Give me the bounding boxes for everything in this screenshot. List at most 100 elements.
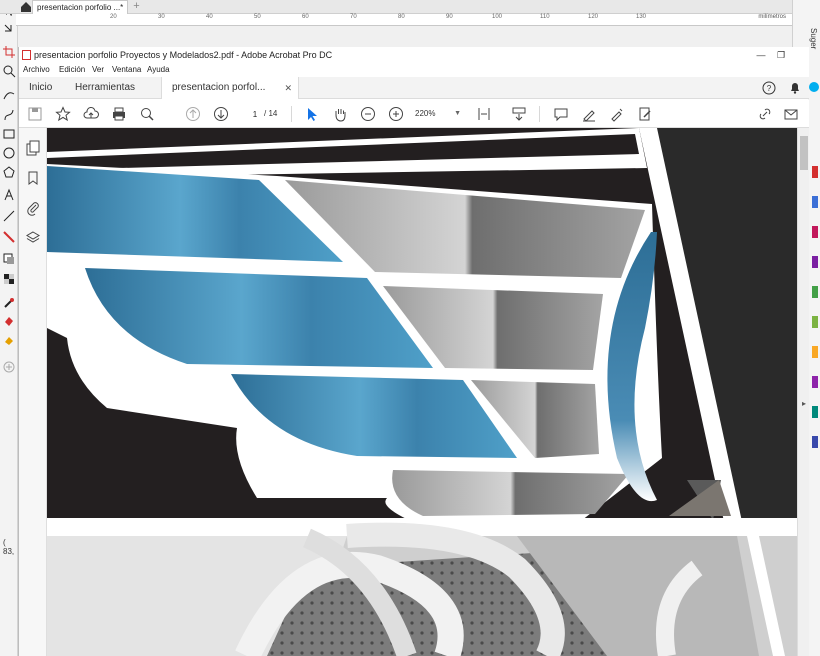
docker-icon[interactable]: [812, 226, 818, 238]
zoom-tool-icon[interactable]: [2, 64, 16, 78]
page-thumbnails-icon[interactable]: [25, 140, 41, 156]
menu-bar: Archivo Edición Ver Ventana Ayuda: [19, 63, 809, 77]
zoom-dropdown[interactable]: 220% ▼: [415, 106, 463, 122]
star-icon[interactable]: [55, 106, 71, 122]
toolbar-separator: [291, 106, 292, 122]
save-icon[interactable]: [27, 106, 43, 122]
acrobat-window: presentacion porfolio Proyectos y Modela…: [18, 47, 809, 656]
ruler-tick: 20: [110, 14, 117, 20]
add-tab-icon[interactable]: +: [131, 1, 142, 12]
attachment-icon[interactable]: [25, 200, 41, 216]
cloud-upload-icon[interactable]: [83, 106, 99, 122]
layers-icon[interactable]: [25, 230, 41, 246]
docker-tab-label[interactable]: Suger: [809, 28, 818, 49]
docker-icon[interactable]: [812, 316, 818, 328]
previous-page-icon[interactable]: [185, 106, 201, 122]
accent-dot-icon[interactable]: [809, 82, 819, 92]
home-icon[interactable]: [20, 1, 32, 13]
menu-ventana[interactable]: Ventana: [112, 63, 141, 77]
document-tab-label: presentacion porfol...: [172, 82, 266, 93]
acrobat-tab-bar: Inicio Herramientas presentacion porfol.…: [19, 77, 809, 99]
bell-icon[interactable]: [788, 81, 802, 95]
tab-inicio[interactable]: Inicio: [29, 77, 52, 99]
tab-herramientas[interactable]: Herramientas: [75, 77, 135, 99]
ruler-units: milímetros: [758, 14, 786, 20]
docker-icon[interactable]: [812, 346, 818, 358]
docker-icon[interactable]: [812, 166, 818, 178]
highlight-pen-icon[interactable]: [581, 106, 597, 122]
edit-pdf-icon[interactable]: [637, 106, 653, 122]
print-icon[interactable]: [111, 106, 127, 122]
pdf-icon: [22, 50, 31, 60]
connector-tool-icon[interactable]: [2, 230, 16, 244]
acrobat-toolbar: / 14 220% ▼: [19, 100, 809, 128]
corel-toolbox: ( 83,: [0, 0, 18, 656]
fill-sign-icon[interactable]: [609, 106, 625, 122]
menu-edicion[interactable]: Edición: [59, 63, 85, 77]
docker-icon[interactable]: [812, 376, 818, 388]
docker-icon[interactable]: [812, 196, 818, 208]
interactive-fill-icon[interactable]: [2, 314, 16, 328]
pdf-page-artwork: [47, 128, 797, 656]
comment-icon[interactable]: [553, 106, 569, 122]
shadow-tool-icon[interactable]: [2, 252, 16, 266]
rectangle-tool-icon[interactable]: [2, 127, 16, 141]
search-icon[interactable]: [139, 106, 155, 122]
zoom-in-icon[interactable]: [388, 106, 404, 122]
close-icon[interactable]: ✕: [284, 77, 292, 99]
email-icon[interactable]: [783, 106, 799, 122]
add-tool-icon[interactable]: [2, 360, 16, 374]
menu-ayuda[interactable]: Ayuda: [147, 63, 170, 77]
ellipse-tool-icon[interactable]: [2, 146, 16, 160]
docker-icon[interactable]: [812, 436, 818, 448]
ruler-tick: 80: [398, 14, 405, 20]
expand-right-pane-icon[interactable]: ▸: [800, 399, 808, 409]
transparency-tool-icon[interactable]: [2, 272, 16, 286]
scrollbar-thumb[interactable]: [800, 136, 808, 170]
page-fit-icon[interactable]: [476, 106, 492, 122]
menu-ver[interactable]: Ver: [92, 63, 104, 77]
hand-tool-icon[interactable]: [332, 106, 348, 122]
scroll-mode-icon[interactable]: [511, 106, 527, 122]
ruler-tick: 70: [350, 14, 357, 20]
vertical-scrollbar[interactable]: [797, 128, 809, 656]
docker-icon[interactable]: [812, 286, 818, 298]
smart-fill-icon[interactable]: [2, 333, 16, 347]
ruler-tick: 120: [588, 14, 599, 20]
ruler-tick: 130: [636, 14, 647, 20]
desktop: ( 83, presentacion porfolio ...* + 20 30…: [0, 0, 820, 656]
acrobat-title-bar: presentacion porfolio Proyectos y Modela…: [19, 47, 809, 63]
dimension-tool-icon[interactable]: [2, 209, 16, 223]
polygon-tool-icon[interactable]: [2, 165, 16, 179]
navigation-pane: ◂: [19, 128, 55, 656]
ruler-tick: 110: [540, 14, 550, 20]
shape-tool-icon[interactable]: [2, 22, 16, 36]
help-icon[interactable]: ?: [762, 81, 776, 95]
select-cursor-icon[interactable]: [304, 106, 320, 122]
ruler-tick: 60: [302, 14, 309, 20]
artistic-media-icon[interactable]: [2, 108, 16, 122]
docker-icon[interactable]: [812, 256, 818, 268]
corel-document-tabs: presentacion porfolio ...* +: [0, 0, 820, 14]
minimize-icon[interactable]: —: [751, 47, 771, 63]
tab-document[interactable]: presentacion porfol... ✕: [161, 77, 299, 99]
page-number-input[interactable]: [244, 106, 266, 122]
maximize-icon[interactable]: ❐: [771, 47, 791, 63]
pdf-document-view[interactable]: [47, 128, 797, 656]
text-tool-icon[interactable]: [2, 188, 16, 202]
crop-tool-icon[interactable]: [2, 45, 16, 59]
horizontal-ruler[interactable]: 20 30 40 50 60 70 80 90 100 110 120 130 …: [16, 14, 792, 26]
link-icon[interactable]: [757, 106, 773, 122]
bookmark-icon[interactable]: [25, 170, 41, 186]
page-total: / 14: [264, 109, 278, 118]
zoom-out-icon[interactable]: [360, 106, 376, 122]
next-page-icon[interactable]: [213, 106, 229, 122]
menu-archivo[interactable]: Archivo: [23, 63, 50, 77]
eyedropper-tool-icon[interactable]: [2, 296, 16, 310]
docker-icon[interactable]: [812, 406, 818, 418]
zoom-value: 220%: [415, 109, 436, 118]
freehand-tool-icon[interactable]: [2, 88, 16, 102]
toolbar-separator: [539, 106, 540, 122]
corel-document-tab[interactable]: presentacion porfolio ...*: [32, 0, 128, 14]
ruler-tick: 30: [158, 14, 165, 20]
